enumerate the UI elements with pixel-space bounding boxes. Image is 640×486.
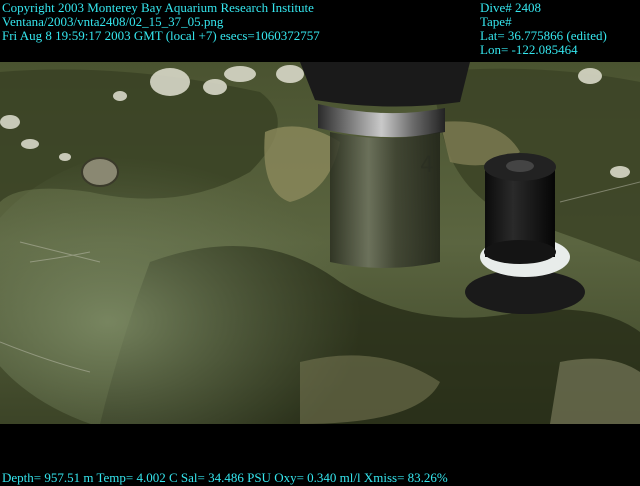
rubble-patch-right: [550, 358, 640, 424]
clam-shell: [81, 157, 119, 187]
file-path-text: Ventana/2003/vnta2408/02_15_37_05.png: [2, 14, 224, 29]
longitude-readout: Lon= -122.085464: [480, 42, 578, 57]
timestamp-text: Fri Aug 8 19:59:17 2003 GMT (local +7) e…: [2, 28, 320, 43]
tape-number: Tape#: [480, 14, 512, 29]
dive-number: Dive# 2408: [480, 0, 542, 15]
seafloor-video-frame: 4: [0, 62, 640, 424]
copyright-text: Copyright 2003 Monterey Bay Aquarium Res…: [2, 0, 314, 15]
sensor-readout: Depth= 957.51 m Temp= 4.002 C Sal= 34.48…: [2, 470, 448, 485]
core-handle: [300, 62, 470, 107]
marker-ring-inner: [484, 240, 556, 264]
core-number-label: 4: [420, 153, 434, 178]
latitude-readout: Lat= 36.775866 (edited): [480, 28, 607, 43]
seafloor-scene: 4: [0, 62, 640, 424]
marker-top-hole: [506, 160, 534, 172]
